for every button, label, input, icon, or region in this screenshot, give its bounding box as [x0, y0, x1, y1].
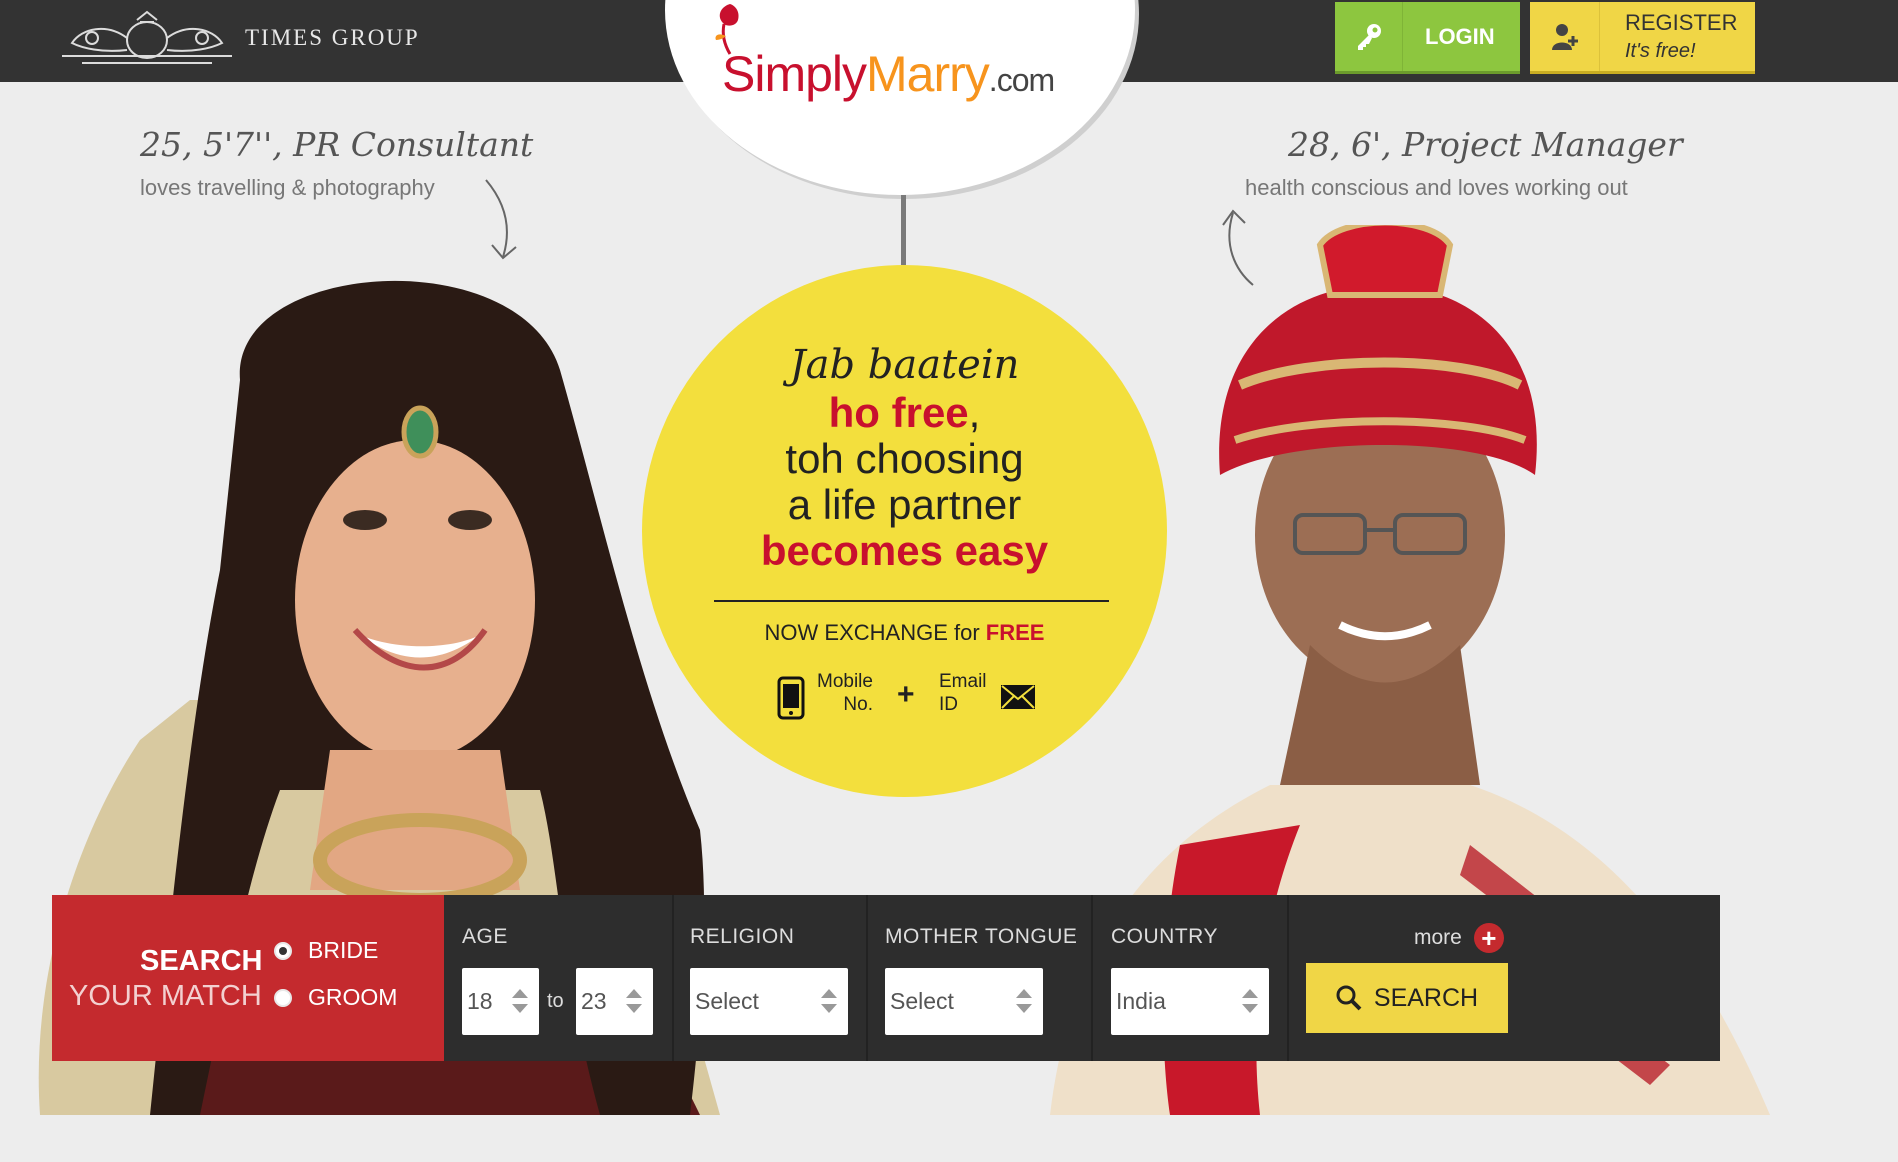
simplymarry-logo[interactable]: SimplyMarry.com — [722, 45, 1055, 103]
search-subtitle: YOUR MATCH — [69, 980, 262, 1012]
key-icon — [1335, 2, 1403, 71]
tagline-line2-suffix: , — [968, 389, 981, 436]
exchange-text: NOW EXCHANGE for FREE — [642, 620, 1167, 646]
tagline-line4: a life partner — [787, 481, 1022, 528]
email-label-2: ID — [939, 694, 958, 715]
envelope-icon — [1001, 685, 1035, 709]
exchange-items: Mobile No. + Email ID — [777, 670, 1047, 730]
more-filters-link[interactable]: more + — [1414, 923, 1504, 953]
more-label: more — [1414, 926, 1462, 949]
logo-dotcom: .com — [988, 62, 1055, 98]
plus-icon: + — [1473, 923, 1504, 953]
age-to-select[interactable]: 23 — [576, 968, 653, 1035]
country-label: COUNTRY — [1111, 925, 1218, 948]
spinner-icon — [1016, 989, 1032, 1013]
separator — [1287, 895, 1289, 1061]
groom-radio-option[interactable]: GROOM — [274, 984, 397, 1011]
separator — [866, 895, 868, 1061]
country-value: India — [1116, 988, 1166, 1014]
register-button[interactable]: REGISTER It's free! — [1530, 2, 1755, 74]
login-button[interactable]: LOGIN — [1335, 2, 1520, 74]
age-to-label: to — [547, 990, 564, 1012]
country-select[interactable]: India — [1111, 968, 1269, 1035]
groom-profile-title: 28, 6', Project Manager — [1288, 125, 1683, 164]
mobile-label-2: No. — [843, 694, 873, 715]
bride-profile-title: 25, 5'7'', PR Consultant — [140, 125, 534, 164]
exchange-free: FREE — [985, 620, 1045, 645]
spinner-icon — [512, 989, 528, 1013]
groom-profile-subtitle: health conscious and loves working out — [1245, 175, 1628, 200]
religion-value: Select — [695, 988, 759, 1014]
mobile-label-1: Mobile — [817, 671, 873, 692]
bride-radio-option[interactable]: BRIDE — [274, 937, 378, 964]
mother-tongue-select[interactable]: Select — [885, 968, 1043, 1035]
spinner-icon — [1242, 989, 1258, 1013]
logo-marry: Marry — [866, 46, 990, 102]
spinner-icon — [626, 989, 642, 1013]
tagline-circle: Jab baatein ho free, toh choosing a life… — [642, 265, 1167, 797]
age-label: AGE — [462, 925, 508, 948]
bride-radio[interactable] — [274, 941, 292, 960]
mother-tongue-label: MOTHER TONGUE — [885, 925, 1078, 948]
bride-profile-subtitle: loves travelling & photography — [140, 175, 435, 200]
groom-radio[interactable] — [274, 988, 292, 1007]
spinner-icon — [821, 989, 837, 1013]
search-icon — [1336, 985, 1362, 1011]
exchange-prefix: NOW EXCHANGE for — [764, 620, 980, 645]
search-filters-bar: AGE 18 to 23 RELIGION Select MOTHER TONG… — [444, 895, 1720, 1061]
register-label: REGISTER — [1625, 9, 1738, 35]
tagline-line2: ho free — [828, 389, 969, 436]
email-label-1: Email — [939, 671, 987, 692]
separator — [1091, 895, 1093, 1061]
separator — [672, 895, 674, 1061]
connector-line — [901, 195, 906, 265]
tagline-line3: toh choosing — [785, 435, 1024, 482]
add-user-icon — [1530, 2, 1600, 71]
search-button[interactable]: SEARCH — [1306, 963, 1508, 1033]
register-subtitle: It's free! — [1625, 39, 1696, 62]
search-match-panel: SEARCH YOUR MATCH BRIDE GROOM — [52, 895, 444, 1061]
bride-radio-label: BRIDE — [308, 937, 379, 963]
login-label: LOGIN — [1425, 23, 1495, 49]
mother-tongue-value: Select — [890, 988, 954, 1014]
tagline-divider — [714, 600, 1109, 602]
age-to-value: 23 — [581, 988, 607, 1014]
search-button-label: SEARCH — [1373, 983, 1479, 1012]
tagline-line5: becomes easy — [760, 527, 1049, 574]
logo-simply: Simply — [722, 46, 867, 102]
religion-select[interactable]: Select — [690, 968, 848, 1035]
mobile-phone-icon — [777, 676, 805, 720]
religion-label: RELIGION — [690, 925, 795, 948]
search-title: SEARCH — [140, 945, 263, 977]
plus-sign: + — [897, 678, 915, 711]
age-from-select[interactable]: 18 — [462, 968, 539, 1035]
times-group-label: TIMES GROUP — [245, 25, 420, 50]
arrow-down-icon — [485, 179, 517, 260]
tagline-line1: Jab baatein — [789, 342, 1020, 388]
groom-radio-label: GROOM — [308, 984, 398, 1010]
age-from-value: 18 — [467, 988, 493, 1014]
times-group-emblem-icon — [62, 10, 232, 64]
